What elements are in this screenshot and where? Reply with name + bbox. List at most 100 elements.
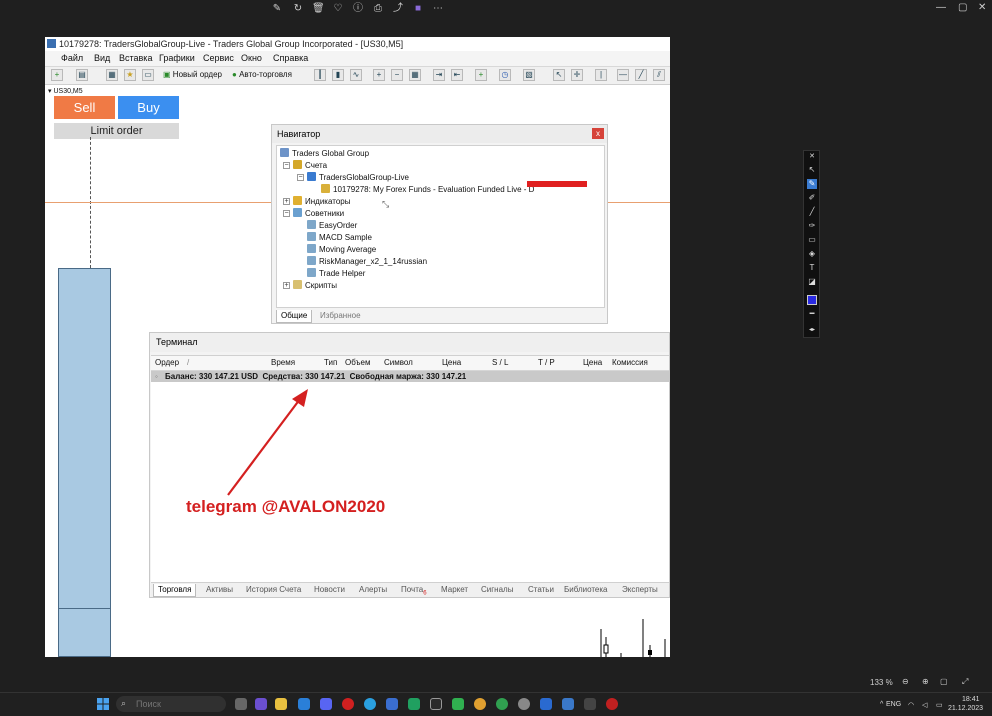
app-icon[interactable] <box>452 698 464 710</box>
col-type[interactable]: Тип <box>324 358 337 367</box>
tree-item-ea[interactable]: Moving Average <box>307 244 376 256</box>
collapse-icon[interactable]: − <box>283 162 290 169</box>
tree-item-advisors[interactable]: Советники <box>293 208 344 220</box>
record-icon[interactable] <box>606 698 618 710</box>
market-watch-icon[interactable]: ▦ <box>106 69 118 81</box>
maximize-icon[interactable]: ▢ <box>958 2 967 13</box>
share-icon[interactable]: ⤴ <box>392 3 404 15</box>
tree-item-ea[interactable]: MACD Sample <box>307 232 372 244</box>
tab-news[interactable]: Новости <box>314 584 345 596</box>
pen-icon[interactable]: ✎ <box>807 179 817 189</box>
tab-favorites[interactable]: Избранное <box>316 310 365 322</box>
language-indicator[interactable]: ENG <box>886 701 901 708</box>
zoom-out-icon[interactable]: ⊖ <box>902 677 909 686</box>
navigator-title-bar[interactable]: Навигатор <box>272 125 607 143</box>
onenote-icon[interactable]: ■ <box>412 3 424 15</box>
opera-icon[interactable] <box>342 698 354 710</box>
new-order-button[interactable]: ▣ Новый ордер <box>163 69 222 81</box>
cursor-icon[interactable]: ↖ <box>553 69 565 81</box>
zoom-out-icon[interactable]: − <box>391 69 403 81</box>
tab-experts[interactable]: Эксперты <box>622 584 658 596</box>
windows-start-icon[interactable] <box>97 698 109 710</box>
menu-file[interactable]: Файл <box>61 53 83 63</box>
new-chart-icon[interactable]: + <box>51 69 63 81</box>
menu-insert[interactable]: Вставка <box>119 53 152 63</box>
explorer-icon[interactable] <box>275 698 287 710</box>
autotrading-button[interactable]: ● Авто-торговля <box>232 69 292 81</box>
select-icon[interactable]: ↖ <box>807 165 817 175</box>
fill-icon[interactable]: ◈ <box>807 249 817 259</box>
trendline-icon[interactable]: ╱ <box>635 69 647 81</box>
terminal-title-bar[interactable]: Терминал <box>150 333 669 352</box>
col-order[interactable]: Ордер <box>155 358 179 367</box>
eraser-icon[interactable]: ◪ <box>807 277 817 287</box>
shift-icon[interactable]: ⇤ <box>451 69 463 81</box>
line-chart-icon[interactable]: ∿ <box>350 69 362 81</box>
heart-icon[interactable]: ♡ <box>332 3 344 15</box>
indicators-icon[interactable]: + <box>475 69 487 81</box>
terminal-icon[interactable]: ▭ <box>142 69 154 81</box>
candles-icon[interactable]: ▮ <box>332 69 344 81</box>
tree-item-ea[interactable]: Trade Helper <box>307 268 365 280</box>
info-icon[interactable]: ⓘ <box>352 3 364 15</box>
navigator-icon[interactable]: ★ <box>124 69 136 81</box>
brush-icon[interactable]: ✑ <box>807 221 817 231</box>
menu-window[interactable]: Окно <box>241 53 262 63</box>
fullscreen-icon[interactable]: ⤢ <box>962 677 968 687</box>
tree-item-server[interactable]: TradersGlobalGroup-Live <box>307 172 409 184</box>
app-icon[interactable] <box>584 698 596 710</box>
col-symbol[interactable]: Символ <box>384 358 413 367</box>
zoom-in-icon[interactable]: ⊕ <box>922 677 929 686</box>
menu-view[interactable]: Вид <box>94 53 110 63</box>
task-view-icon[interactable] <box>235 698 247 710</box>
tab-trade[interactable]: Торговля <box>153 584 197 597</box>
sell-button[interactable]: Sell <box>54 96 115 119</box>
vline-icon[interactable]: | <box>595 69 607 81</box>
tree-item-scripts[interactable]: Скрипты <box>293 280 337 292</box>
tree-item-account[interactable]: 10179278: My Forex Funds - Evaluation Fu… <box>321 184 534 196</box>
navigator-close-button[interactable]: x <box>592 128 604 139</box>
profiles-icon[interactable]: ▤ <box>76 69 88 81</box>
crosshair-icon[interactable]: ✛ <box>571 69 583 81</box>
zoom-icon[interactable] <box>540 698 552 710</box>
bar-chart-icon[interactable]: ┃ <box>314 69 326 81</box>
edit-icon[interactable]: ✎ <box>271 3 283 15</box>
col-tp[interactable]: T / P <box>538 358 555 367</box>
channel-icon[interactable]: ⫽ <box>653 69 665 81</box>
print-icon[interactable]: ⎙ <box>372 3 384 15</box>
tab-library[interactable]: Библиотека <box>564 584 608 596</box>
panel-toggle-icon[interactable]: ◂▸ <box>807 325 817 335</box>
app-icon[interactable] <box>430 698 442 710</box>
tab-signals[interactable]: Сигналы <box>481 584 513 596</box>
balance-row[interactable]: ◦ Баланс: 330 147.21 USD Средства: 330 1… <box>151 371 669 382</box>
limit-order-button[interactable]: Limit order <box>54 123 179 139</box>
rectangle-icon[interactable]: ▭ <box>807 235 817 245</box>
rotate-icon[interactable]: ↻ <box>292 3 304 15</box>
clock-date[interactable]: 21.12.2023 <box>948 705 983 712</box>
col-sort[interactable]: / <box>187 358 189 367</box>
close-icon[interactable]: ✕ <box>978 2 986 13</box>
chevron-up-icon[interactable]: ^ <box>880 701 883 708</box>
zoom-in-icon[interactable]: + <box>373 69 385 81</box>
col-time[interactable]: Время <box>271 358 295 367</box>
teams-icon[interactable] <box>255 698 267 710</box>
menu-tools[interactable]: Сервис <box>203 53 234 63</box>
app-icon[interactable] <box>474 698 486 710</box>
highlighter-icon[interactable]: ✐ <box>807 193 817 203</box>
volume-icon[interactable]: ◁ <box>922 701 927 709</box>
col-price[interactable]: Цена <box>442 358 461 367</box>
mt4-icon[interactable] <box>562 698 574 710</box>
collapse-icon[interactable]: − <box>283 210 290 217</box>
tab-articles[interactable]: Статьи <box>528 584 554 596</box>
text-icon[interactable]: T <box>807 263 817 273</box>
telegram-icon[interactable] <box>364 698 376 710</box>
tab-history[interactable]: История Счета <box>246 584 301 596</box>
expand-icon[interactable]: + <box>283 198 290 205</box>
color-swatch[interactable] <box>807 295 817 305</box>
tab-common[interactable]: Общие <box>276 310 313 323</box>
chrome-icon[interactable] <box>496 698 508 710</box>
scroll-icon[interactable]: ⇥ <box>433 69 445 81</box>
periods-icon[interactable]: ◷ <box>499 69 511 81</box>
col-sl[interactable]: S / L <box>492 358 508 367</box>
tree-item-root[interactable]: Traders Global Group <box>280 148 369 160</box>
